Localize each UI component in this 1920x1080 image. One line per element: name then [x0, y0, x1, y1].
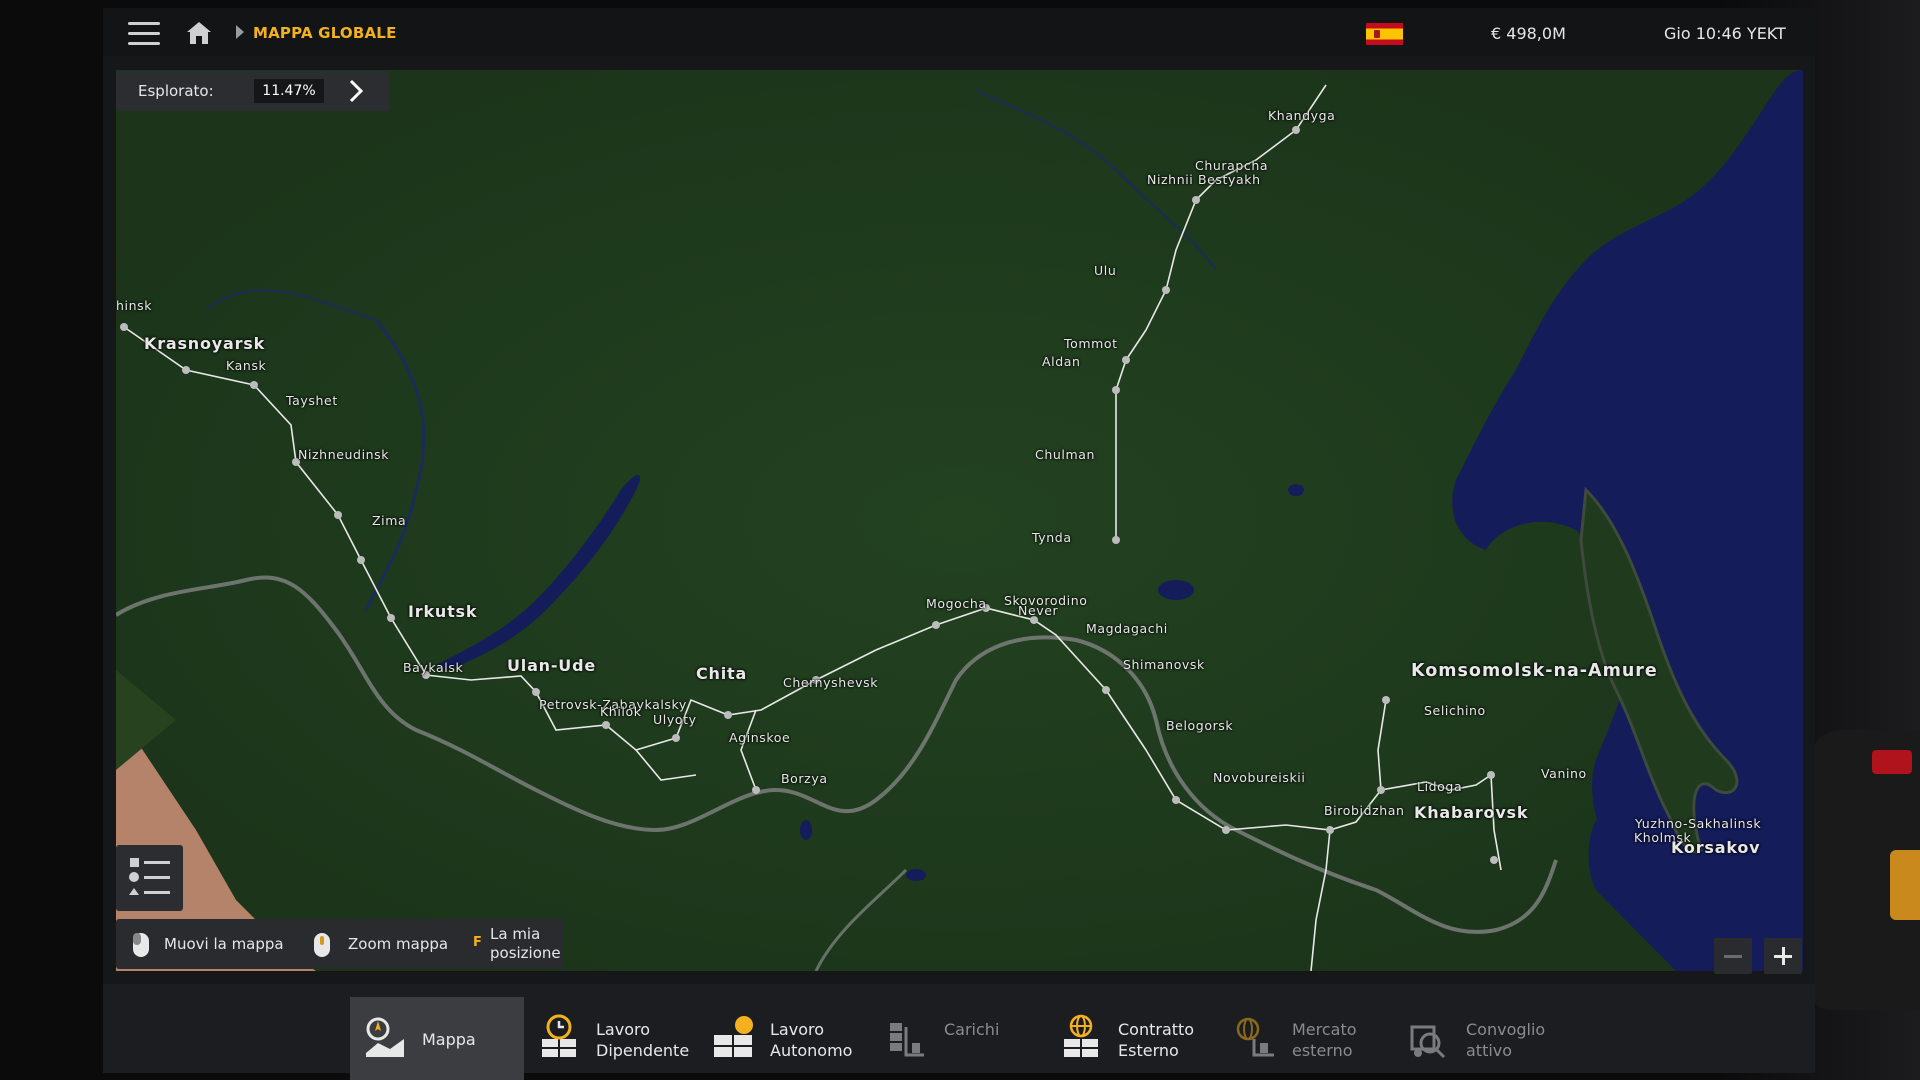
tab-map[interactable]: Mappa	[350, 997, 524, 1080]
world-map[interactable]: hinsk Krasnoyarsk Kansk Tayshet Nizhneud…	[116, 70, 1803, 971]
globe-market-icon	[1236, 1017, 1274, 1057]
city-label[interactable]: Ulu	[1094, 263, 1116, 278]
city-label[interactable]: Birobidzhan	[1324, 803, 1405, 818]
city-label[interactable]: Khilok	[600, 704, 642, 719]
hint-key-f: F	[473, 935, 482, 950]
city-label[interactable]: Komsomolsk-na-Amure	[1411, 661, 1658, 681]
city-label[interactable]: Magdagachi	[1086, 621, 1168, 636]
tab-external-contract[interactable]: Contratto Esterno	[1046, 997, 1220, 1080]
tab-company-job[interactable]: Lavoro Dipendente	[524, 997, 698, 1080]
truck-rear-decoration	[1810, 730, 1920, 1010]
convoy-icon	[1410, 1025, 1446, 1059]
cargo-icon	[890, 1023, 924, 1057]
city-label[interactable]: Yuzhno-Sakhalinsk	[1635, 816, 1761, 831]
hint-move-map: Muovi la mappa	[164, 935, 284, 953]
tab-label: Lavoro Dipendente	[596, 1020, 690, 1060]
mouse-left-icon	[133, 933, 149, 957]
city-label[interactable]: Ulan-Ude	[507, 656, 596, 675]
freelance-icon	[714, 1016, 753, 1057]
tab-label: Mercato esterno	[1292, 1020, 1357, 1060]
tab-freelance[interactable]: Lavoro Autonomo	[698, 997, 872, 1080]
city-label[interactable]: Chernyshevsk	[783, 675, 878, 690]
explored-value: 11.47%	[254, 79, 324, 103]
city-label[interactable]: Shimanovsk	[1123, 657, 1205, 672]
city-label[interactable]: Kansk	[226, 358, 266, 373]
controls-hint-bar: Muovi la mappa Zoom mappa F La mia posiz…	[116, 919, 563, 969]
city-label[interactable]: hinsk	[116, 298, 152, 313]
tab-label: Contratto Esterno	[1118, 1020, 1195, 1060]
game-screen: MAPPA GLOBALE € 498,0M Gio 10:46 YEKT hi…	[0, 0, 1920, 1080]
city-label[interactable]: Korsakov	[1671, 838, 1760, 857]
top-bar: MAPPA GLOBALE € 498,0M Gio 10:46 YEKT	[103, 8, 1815, 56]
city-label[interactable]: Baykalsk	[403, 660, 463, 675]
city-label[interactable]: Mogocha	[926, 596, 987, 611]
tab-label: Lavoro Autonomo	[770, 1020, 853, 1060]
city-label[interactable]: Lidoga	[1417, 779, 1462, 794]
city-label[interactable]: Krasnoyarsk	[144, 334, 265, 353]
globe-contract-icon	[1064, 1014, 1098, 1057]
bottom-nav-bar: Mappa Lavoro Dipendente Lavoro Autonomo …	[103, 984, 1815, 1080]
city-label[interactable]: Belogorsk	[1166, 718, 1233, 733]
city-label[interactable]: Aldan	[1042, 354, 1081, 369]
city-label[interactable]: Irkutsk	[408, 602, 477, 621]
city-label[interactable]: Selichino	[1424, 703, 1486, 718]
city-label[interactable]: Nizhneudinsk	[298, 447, 389, 462]
breadcrumb-title[interactable]: MAPPA GLOBALE	[253, 24, 397, 42]
exploration-panel: Esplorato: 11.47%	[116, 71, 389, 111]
mouse-wheel-icon	[314, 933, 330, 957]
map-icon	[366, 1017, 404, 1057]
city-label[interactable]: Ulyoty	[653, 712, 697, 727]
map-graphic	[116, 70, 1803, 971]
tab-label: Carichi	[944, 1020, 1000, 1039]
city-label[interactable]: Tynda	[1032, 530, 1072, 545]
chevron-right-icon[interactable]	[348, 79, 364, 103]
city-label[interactable]: Zima	[372, 513, 406, 528]
city-label[interactable]: Churapcha	[1195, 158, 1268, 173]
game-clock: Gio 10:46 YEKT	[1664, 24, 1786, 43]
city-label[interactable]: Tayshet	[286, 393, 338, 408]
spain-flag-icon	[1366, 23, 1403, 45]
menu-icon[interactable]	[128, 22, 160, 46]
clock-job-icon	[542, 1014, 576, 1057]
legend-toggle-button[interactable]	[116, 845, 183, 911]
breadcrumb-arrow-icon	[236, 25, 244, 39]
city-label[interactable]: Aginskoe	[729, 730, 790, 745]
world-map-panel: MAPPA GLOBALE € 498,0M Gio 10:46 YEKT hi…	[103, 8, 1815, 1080]
legend-list-icon	[129, 858, 170, 895]
money-display: € 498,0M	[1491, 24, 1566, 43]
city-label[interactable]: Khabarovsk	[1414, 803, 1528, 822]
city-label[interactable]: Vanino	[1541, 766, 1587, 781]
tab-label: Mappa	[422, 1030, 476, 1049]
explored-label: Esplorato:	[138, 82, 214, 100]
tab-external-market[interactable]: Mercato esterno	[1220, 997, 1394, 1080]
hint-zoom-map: Zoom mappa	[348, 935, 449, 953]
hint-my-position: La mia posizione	[490, 925, 561, 962]
zoom-in-button[interactable]	[1764, 938, 1802, 974]
city-label[interactable]: Chulman	[1035, 447, 1095, 462]
city-label[interactable]: Never	[1018, 603, 1058, 618]
tab-cargo[interactable]: Carichi	[872, 997, 1046, 1080]
tab-active-convoy[interactable]: Convoglio attivo	[1394, 997, 1568, 1080]
city-label[interactable]: Khandyga	[1268, 108, 1335, 123]
city-label[interactable]: Chita	[696, 664, 747, 683]
city-label[interactable]: Novobureiskii	[1213, 770, 1305, 785]
city-label[interactable]: Nizhnii Bestyakh	[1147, 172, 1261, 187]
city-label[interactable]: Tommot	[1064, 336, 1118, 351]
home-icon[interactable]	[185, 20, 213, 46]
city-label[interactable]: Borzya	[781, 771, 828, 786]
tab-label: Convoglio attivo	[1466, 1020, 1546, 1060]
zoom-out-button[interactable]	[1714, 938, 1752, 974]
